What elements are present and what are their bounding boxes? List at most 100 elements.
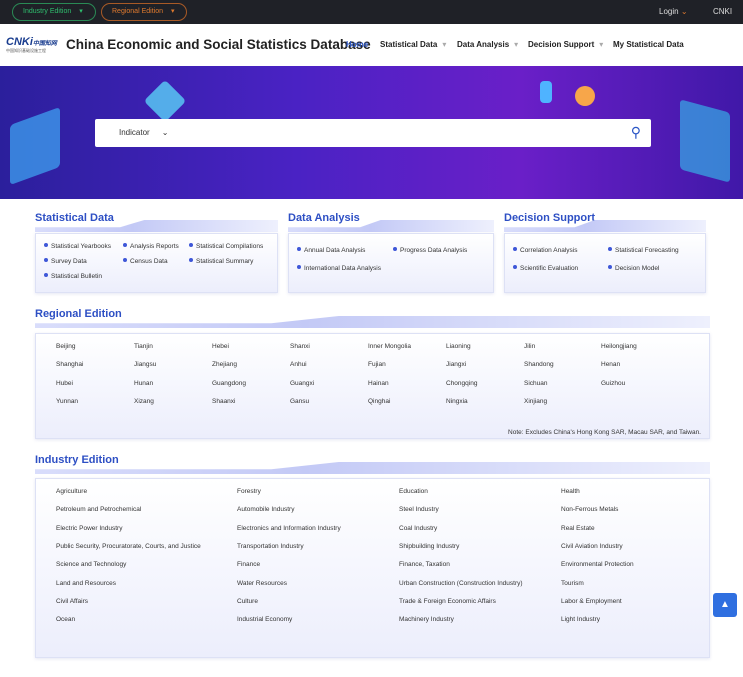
chevron-down-icon: ⌄	[680, 7, 688, 16]
decision-support-card: Correlation Analysis Statistical Forecas…	[504, 233, 706, 293]
region-link[interactable]: Xinjiang	[524, 398, 547, 405]
industry-link[interactable]: Science and Technology	[56, 561, 126, 568]
link-progress-data-analysis[interactable]: Progress Data Analysis	[393, 247, 467, 254]
region-link[interactable]: Shanghai	[56, 361, 83, 368]
nav-decision-support[interactable]: Decision Support ▾	[528, 40, 603, 49]
region-link[interactable]: Hunan	[134, 380, 153, 387]
search-icon[interactable]: ⚲	[631, 124, 641, 141]
nav-data-analysis[interactable]: Data Analysis ▾	[457, 40, 518, 49]
industry-edition-label: Industry Edition	[23, 8, 72, 15]
industry-link[interactable]: Public Security, Procuratorate, Courts, …	[56, 543, 201, 550]
region-link[interactable]: Heilongjiang	[601, 343, 637, 350]
industry-link[interactable]: Health	[561, 488, 580, 495]
industry-link[interactable]: Transportation Industry	[237, 543, 304, 550]
region-link[interactable]: Hainan	[368, 380, 389, 387]
link-annual-data-analysis[interactable]: Annual Data Analysis	[297, 247, 365, 254]
region-link[interactable]: Jiangsu	[134, 361, 156, 368]
region-link[interactable]: Tianjin	[134, 343, 153, 350]
industry-link[interactable]: Tourism	[561, 580, 584, 587]
link-survey-data[interactable]: Survey Data	[44, 258, 87, 265]
region-link[interactable]: Yunnan	[56, 398, 78, 405]
industry-link[interactable]: Non-Ferrous Metals	[561, 506, 618, 513]
region-link[interactable]: Fujian	[368, 361, 386, 368]
industry-link[interactable]: Real Estate	[561, 525, 595, 532]
region-link[interactable]: Anhui	[290, 361, 307, 368]
industry-link[interactable]: Finance, Taxation	[399, 561, 450, 568]
region-link[interactable]: Gansu	[290, 398, 309, 405]
region-link[interactable]: Ningxia	[446, 398, 468, 405]
link-statistical-forecasting[interactable]: Statistical Forecasting	[608, 247, 679, 254]
region-link[interactable]: Xizang	[134, 398, 154, 405]
industry-link[interactable]: Trade & Foreign Economic Affairs	[399, 598, 496, 605]
industry-link[interactable]: Electronics and Information Industry	[237, 525, 341, 532]
industry-link[interactable]: Civil Affairs	[56, 598, 88, 605]
region-link[interactable]: Hubei	[56, 380, 73, 387]
industry-link[interactable]: Land and Resources	[56, 580, 116, 587]
link-census-data[interactable]: Census Data	[123, 258, 168, 265]
industry-link[interactable]: Environmental Protection	[561, 561, 634, 568]
cnki-logo[interactable]: CNKi中国知网 中国知识基础设施工程	[6, 36, 62, 56]
region-link[interactable]: Sichuan	[524, 380, 548, 387]
industry-link[interactable]: Civil Aviation Industry	[561, 543, 623, 550]
region-link[interactable]: Shanxi	[290, 343, 310, 350]
regional-edition-dropdown[interactable]: Regional Edition ▾	[101, 3, 187, 21]
region-link[interactable]: Beijing	[56, 343, 76, 350]
industry-link[interactable]: Education	[399, 488, 428, 495]
industry-link[interactable]: Forestry	[237, 488, 261, 495]
industry-link[interactable]: Automobile Industry	[237, 506, 294, 513]
region-link[interactable]: Guangdong	[212, 380, 246, 387]
region-link[interactable]: Jiangxi	[446, 361, 466, 368]
industry-link[interactable]: Machinery Industry	[399, 616, 454, 623]
industry-link[interactable]: Coal Industry	[399, 525, 437, 532]
link-scientific-evaluation[interactable]: Scientific Evaluation	[513, 265, 578, 272]
link-decision-model[interactable]: Decision Model	[608, 265, 659, 272]
industry-link[interactable]: Ocean	[56, 616, 75, 623]
cnki-link[interactable]: CNKI	[713, 7, 732, 16]
industry-link[interactable]: Petroleum and Petrochemical	[56, 506, 141, 513]
nav-home[interactable]: Home	[346, 40, 368, 49]
link-analysis-reports[interactable]: Analysis Reports	[123, 243, 179, 250]
link-statistical-compilations[interactable]: Statistical Compilations	[189, 243, 263, 250]
link-correlation-analysis[interactable]: Correlation Analysis	[513, 247, 577, 254]
link-statistical-summary[interactable]: Statistical Summary	[189, 258, 253, 265]
person-illustration	[680, 99, 730, 183]
industry-link[interactable]: Labor & Employment	[561, 598, 622, 605]
data-analysis-card: Annual Data Analysis Progress Data Analy…	[288, 233, 494, 293]
nav-my-statistical-data[interactable]: My Statistical Data	[613, 40, 684, 49]
nav-statistical-data[interactable]: Statistical Data ▾	[380, 40, 446, 49]
region-link[interactable]: Qinghai	[368, 398, 390, 405]
industry-link[interactable]: Shipbuilding Industry	[399, 543, 459, 550]
region-link[interactable]: Jilin	[524, 343, 535, 350]
industry-link[interactable]: Agriculture	[56, 488, 87, 495]
link-statistical-yearbooks[interactable]: Statistical Yearbooks	[44, 243, 111, 250]
region-link[interactable]: Chongqing	[446, 380, 477, 387]
industry-link[interactable]: Steel Industry	[399, 506, 439, 513]
industry-link[interactable]: Light Industry	[561, 616, 600, 623]
link-statistical-bulletin[interactable]: Statistical Bulletin	[44, 273, 102, 280]
site-title: China Economic and Social Statistics Dat…	[66, 37, 371, 52]
back-to-top-button[interactable]: ▲	[713, 593, 737, 617]
industry-link[interactable]: Industrial Economy	[237, 616, 292, 623]
region-link[interactable]: Guangxi	[290, 380, 314, 387]
industry-link[interactable]: Urban Construction (Construction Industr…	[399, 580, 523, 587]
link-international-data-analysis[interactable]: International Data Analysis	[297, 265, 381, 272]
region-link[interactable]: Inner Mongolia	[368, 343, 411, 350]
industry-edition-dropdown[interactable]: Industry Edition ▾	[12, 3, 96, 21]
region-link[interactable]: Shandong	[524, 361, 554, 368]
login-menu[interactable]: Login ⌄	[659, 7, 688, 16]
region-link[interactable]: Liaoning	[446, 343, 471, 350]
industry-link[interactable]: Water Resources	[237, 580, 287, 587]
cube-illustration	[143, 79, 187, 123]
industry-link[interactable]: Culture	[237, 598, 258, 605]
region-link[interactable]: Shaanxi	[212, 398, 236, 405]
chevron-down-icon: ▾	[442, 40, 447, 49]
industry-link[interactable]: Finance	[237, 561, 260, 568]
region-link[interactable]: Guizhou	[601, 380, 625, 387]
industry-edition-card: Agriculture Forestry Education Health Petrol…	[35, 478, 710, 658]
search-type-dropdown[interactable]: Indicator ⌄	[119, 128, 168, 137]
search-bar[interactable]: Indicator ⌄ ⚲	[95, 119, 651, 147]
region-link[interactable]: Henan	[601, 361, 620, 368]
region-link[interactable]: Zhejiang	[212, 361, 237, 368]
region-link[interactable]: Hebei	[212, 343, 229, 350]
industry-link[interactable]: Electric Power Industry	[56, 525, 122, 532]
